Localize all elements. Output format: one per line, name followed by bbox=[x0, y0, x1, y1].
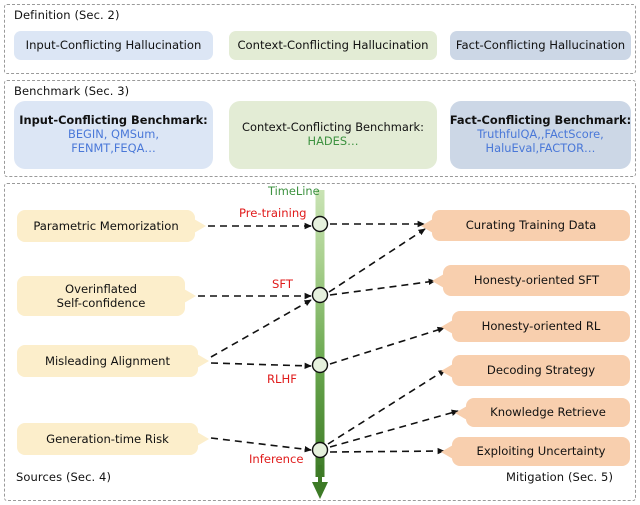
timeline-label-rlhf: RLHF bbox=[267, 372, 297, 386]
benchmark-heading: Fact-Conflicting Benchmark: bbox=[449, 113, 632, 128]
benchmark-heading: Input-Conflicting Benchmark: bbox=[19, 113, 208, 128]
benchmark-datasets: BEGIN, QMSum, FENMT,FEQA… bbox=[68, 127, 159, 155]
source-parametric-memorization: Parametric Memorization bbox=[17, 210, 206, 242]
diagram-root: Definition (Sec. 2) Input-Conflicting Ha… bbox=[0, 0, 640, 505]
benchmark-chip-input-conflicting: Input-Conflicting Benchmark: BEGIN, QMSu… bbox=[14, 101, 213, 169]
sources-section-label: Sources (Sec. 4) bbox=[16, 470, 112, 484]
source-misleading-alignment: Misleading Alignment bbox=[17, 345, 209, 377]
benchmark-chip-context-conflicting: Context-Conflicting Benchmark: HADES… bbox=[229, 101, 437, 169]
definition-chip-fact-conflicting: Fact-Conflicting Hallucination bbox=[450, 31, 631, 60]
mitigation-honesty-oriented-sft: Honesty-oriented SFT bbox=[432, 265, 630, 296]
mitigation-decoding-strategy: Decoding Strategy bbox=[441, 355, 630, 386]
source-generation-time-risk: Generation-time Risk bbox=[17, 423, 209, 455]
timeline-label-pre-training: Pre-training bbox=[239, 206, 307, 220]
definition-chip-context-conflicting: Context-Conflicting Hallucination bbox=[229, 31, 437, 60]
benchmark-datasets: HADES… bbox=[307, 134, 359, 148]
benchmark-chip-fact-conflicting: Fact-Conflicting Benchmark: TruthfulQA,,… bbox=[450, 101, 631, 169]
mitigation-knowledge-retrieve: Knowledge Retrieve bbox=[455, 398, 630, 427]
mitigation-curating-training-data: Curating Training Data bbox=[421, 210, 630, 241]
benchmark-panel-title: Benchmark (Sec. 3) bbox=[14, 84, 130, 98]
definition-chip-input-conflicting: Input-Conflicting Hallucination bbox=[14, 31, 213, 60]
mitigation-section-label: Mitigation (Sec. 5) bbox=[506, 470, 614, 484]
mitigation-honesty-oriented-rl: Honesty-oriented RL bbox=[441, 311, 630, 342]
benchmark-heading: Context-Conflicting Benchmark: bbox=[242, 120, 424, 135]
timeline-title: TimeLine bbox=[268, 184, 320, 198]
timeline-label-sft: SFT bbox=[272, 277, 293, 291]
timeline-label-inference: Inference bbox=[249, 452, 304, 466]
mitigation-exploiting-uncertainty: Exploiting Uncertainty bbox=[441, 437, 630, 466]
benchmark-datasets: TruthfulQA,,FActScore, HaluEval,FACTOR… bbox=[477, 127, 604, 155]
definition-panel-title: Definition (Sec. 2) bbox=[14, 8, 120, 22]
source-overinflated-self-confidence: Overinflated Self-confidence bbox=[17, 276, 196, 316]
